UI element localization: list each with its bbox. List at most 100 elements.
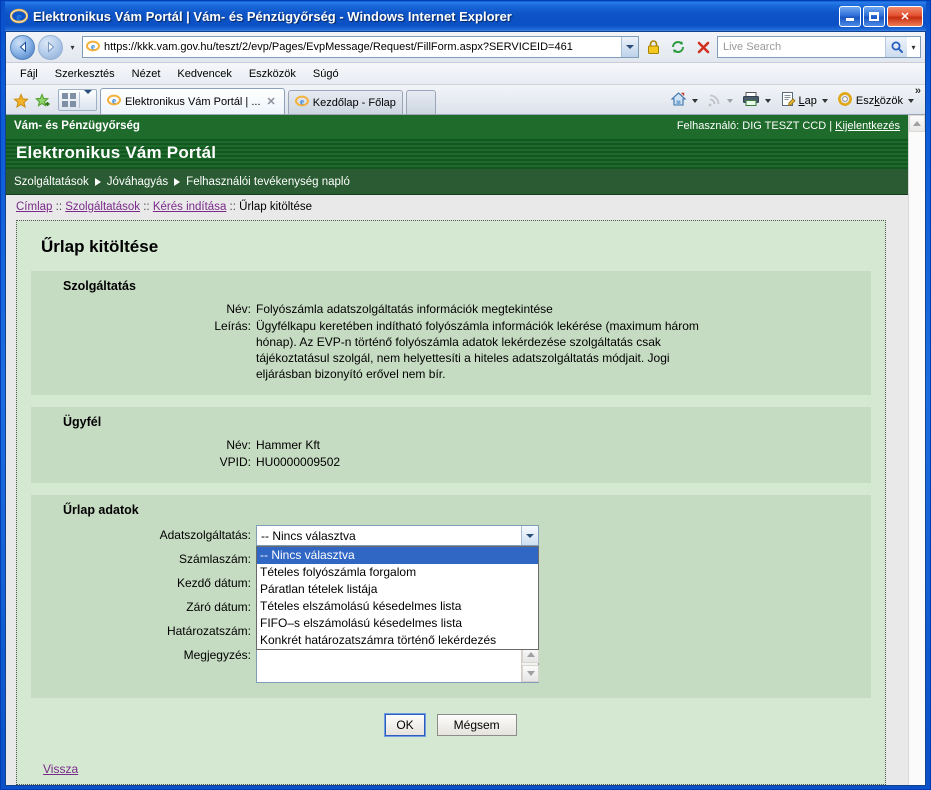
client-vpid-value: HU0000009502 xyxy=(256,455,341,469)
minimize-button[interactable] xyxy=(839,5,861,27)
form-buttons: OK Mégsem xyxy=(31,713,871,737)
user-prefix: Felhasználó: xyxy=(676,120,740,132)
menu-edit[interactable]: Szerkesztés xyxy=(47,66,123,82)
field-adatszolgaltatas: -- Nincs választva -- Nincs választva Tét… xyxy=(256,525,539,650)
dropdown-option[interactable]: Tételes folyószámla forgalom xyxy=(257,564,538,581)
svg-text:e: e xyxy=(16,10,22,24)
home-button[interactable] xyxy=(667,89,703,112)
nav-item-szolgaltatasok[interactable]: Szolgáltatások xyxy=(14,176,89,188)
dropdown-option[interactable]: -- Nincs választva xyxy=(257,547,538,564)
service-name-value: Folyószámla adatszolgáltatás információk… xyxy=(256,302,553,316)
service-desc-value: Ügyfélkapu keretében indítható folyószám… xyxy=(256,319,699,381)
rss-icon xyxy=(707,92,722,110)
menu-bar: Fájl Szerkesztés Nézet Kedvencek Eszközö… xyxy=(6,63,925,85)
scroll-down-icon[interactable] xyxy=(522,665,539,682)
service-desc-row: Leírás: Ügyfélkapu keretében indítható f… xyxy=(41,318,861,382)
tools-menu-button[interactable]: Eszközök xyxy=(834,89,919,112)
menu-file[interactable]: Fájl xyxy=(12,66,46,82)
back-button[interactable] xyxy=(10,34,35,60)
nav-arrow-icon xyxy=(94,177,101,186)
select-adatszolgaltatas[interactable]: -- Nincs választva xyxy=(256,525,539,546)
breadcrumb-keres-inditasa[interactable]: Kérés indítása xyxy=(153,201,227,213)
browser-window: e Elektronikus Vám Portál | Vám- és Pénz… xyxy=(0,0,931,790)
maximize-button[interactable] xyxy=(863,5,885,27)
feeds-button[interactable] xyxy=(704,90,738,112)
dropdown-option[interactable]: Páratlan tételek listája xyxy=(257,581,538,598)
url-input[interactable]: e https://kkk.vam.gov.hu/teszt/2/evp/Pag… xyxy=(82,36,639,58)
gear-icon xyxy=(837,91,853,110)
site-title: Elektronikus Vám Portál xyxy=(6,137,908,169)
browser-client: ▾ e https://kkk.vam.gov.hu/teszt/2/evp/P… xyxy=(5,31,926,786)
tab-close-icon[interactable]: ✕ xyxy=(265,95,278,108)
back-link[interactable]: Vissza xyxy=(43,762,78,776)
menu-help[interactable]: Súgó xyxy=(305,66,347,82)
tab-elektronikus-vam-portal[interactable]: e Elektronikus Vám Portál | ... ✕ xyxy=(100,88,285,114)
client-vpid-label: VPID: xyxy=(219,455,251,469)
security-lock-icon[interactable] xyxy=(642,36,664,58)
command-overflow-chevron-icon[interactable]: » xyxy=(915,85,921,97)
window-controls: ✕ xyxy=(839,5,923,27)
print-button[interactable] xyxy=(739,89,776,112)
page-scrollbar[interactable] xyxy=(908,115,925,785)
tab-kezdolap-folap[interactable]: e Kezdőlap - Főlap xyxy=(287,90,403,114)
quick-tabs-button[interactable] xyxy=(58,89,97,111)
textarea-megjegyzes[interactable] xyxy=(256,645,539,683)
favorites-center-icon[interactable] xyxy=(10,88,32,114)
nav-arrow-icon xyxy=(174,177,181,186)
breadcrumb-szolgaltatasok[interactable]: Szolgáltatások xyxy=(65,201,140,213)
recent-pages-chevron-icon[interactable]: ▾ xyxy=(66,43,79,52)
forward-button[interactable] xyxy=(38,34,63,60)
svg-text:e: e xyxy=(300,97,304,107)
tab-label: Kezdőlap - Főlap xyxy=(312,96,396,109)
nav-item-felhasznaloi-naplo[interactable]: Felhasználói tevékenység napló xyxy=(186,176,350,188)
user-separator: | xyxy=(829,120,833,132)
print-icon xyxy=(742,91,760,110)
scroll-track[interactable] xyxy=(909,132,925,785)
textarea-scrollbar[interactable] xyxy=(521,646,539,682)
scroll-up-icon[interactable] xyxy=(909,115,925,132)
cancel-button[interactable]: Mégsem xyxy=(436,714,517,736)
form-data-section: Űrlap adatok Adatszolgáltatás: -- Nincs … xyxy=(31,495,871,698)
service-heading: Szolgáltatás xyxy=(63,279,136,293)
url-text: https://kkk.vam.gov.hu/teszt/2/evp/Pages… xyxy=(104,41,573,53)
search-input[interactable]: Live Search ▾ xyxy=(717,36,921,58)
new-tab-button[interactable] xyxy=(405,90,436,114)
nav-item-jovahagyas[interactable]: Jóváhagyás xyxy=(107,176,168,188)
tab-favicon-icon: e xyxy=(107,93,121,110)
chevron-down-icon[interactable] xyxy=(521,526,538,545)
client-section: Ügyfél Név: Hammer Kft VPID: HU000000950… xyxy=(31,407,871,483)
user-name: DIG TESZT CCD xyxy=(742,120,827,132)
refresh-icon[interactable] xyxy=(667,36,689,58)
close-button[interactable]: ✕ xyxy=(887,5,923,27)
tab-list-chevron-icon[interactable] xyxy=(80,90,96,106)
client-heading: Ügyfél xyxy=(63,415,102,429)
add-to-favorites-icon[interactable] xyxy=(32,88,54,114)
ok-button[interactable]: OK xyxy=(384,713,426,737)
breadcrumb-current: Űrlap kitöltése xyxy=(239,201,313,213)
stop-icon[interactable] xyxy=(692,36,714,58)
select-dropdown-list[interactable]: -- Nincs választva Tételes folyószámla fo… xyxy=(256,546,539,650)
logout-link[interactable]: Kijelentkezés xyxy=(835,120,900,132)
label-adatszolgaltatas: Adatszolgáltatás: xyxy=(159,528,251,542)
dropdown-option[interactable]: Tételes elszámolású késedelmes lista xyxy=(257,598,538,615)
client-vpid-row: VPID: HU0000009502 xyxy=(41,454,861,470)
dropdown-option[interactable]: Konkrét határozatszámra történő lekérdez… xyxy=(257,632,538,649)
user-info: Felhasználó: DIG TESZT CCD | Kijelentkez… xyxy=(677,120,900,132)
url-dropdown-chevron-icon[interactable] xyxy=(621,37,638,57)
search-provider-chevron-icon[interactable]: ▾ xyxy=(907,43,920,52)
quick-tabs-icon xyxy=(62,93,76,107)
label-megjegyzes: Megjegyzés: xyxy=(183,648,251,662)
label-hatarozatszam: Határozatszám: xyxy=(166,624,251,638)
search-icon[interactable] xyxy=(885,37,907,57)
dropdown-option[interactable]: FIFO–s elszámolású késedelmes lista xyxy=(257,615,538,632)
menu-favorites[interactable]: Kedvencek xyxy=(169,66,239,82)
tab-label: Elektronikus Vám Portál | ... xyxy=(125,95,261,108)
page-favicon-icon: e xyxy=(86,39,100,56)
textarea-body[interactable] xyxy=(257,646,521,682)
breadcrumb: Címlap :: Szolgáltatások :: Kérés indítá… xyxy=(6,195,908,220)
window-titlebar: e Elektronikus Vám Portál | Vám- és Pénz… xyxy=(5,1,926,31)
menu-view[interactable]: Nézet xyxy=(124,66,169,82)
menu-tools[interactable]: Eszközök xyxy=(241,66,304,82)
breadcrumb-cimlap[interactable]: Címlap xyxy=(16,201,52,213)
page-menu-button[interactable]: Lap xyxy=(777,89,833,112)
